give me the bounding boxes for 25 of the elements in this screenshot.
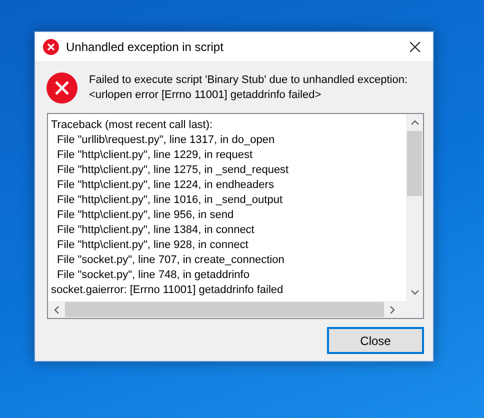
traceback-line: File "http\client.py", line 1275, in _send_request bbox=[57, 164, 289, 176]
traceback-line: Traceback (most recent call last): bbox=[51, 119, 213, 131]
traceback-line: File "http\client.py", line 1016, in _send_output bbox=[57, 194, 283, 206]
close-icon[interactable] bbox=[409, 40, 421, 52]
traceback-line: File "http\client.py", line 956, in send bbox=[57, 209, 234, 221]
vertical-scrollbar[interactable] bbox=[406, 114, 423, 301]
traceback-line: File "socket.py", line 748, in getaddrinfo bbox=[57, 269, 250, 281]
scroll-up-icon[interactable] bbox=[410, 120, 418, 125]
error-icon bbox=[43, 38, 59, 54]
traceback-line: socket.gaierror: [Errno 11001] getaddrinfo failed bbox=[51, 284, 284, 296]
error-message: Failed to execute script 'Binary Stub' due to unhandled exception: <urlopen error [Errno 11001] getaddrinfo failed> bbox=[89, 73, 409, 103]
scroll-left-icon[interactable] bbox=[54, 306, 59, 314]
window-title: Unhandled exception in script bbox=[66, 40, 224, 54]
traceback-line: File "urllib\request.py", line 1317, in do_open bbox=[57, 134, 275, 146]
scroll-right-icon[interactable] bbox=[390, 306, 395, 314]
traceback-line: File "http\client.py", line 1229, in request bbox=[57, 149, 253, 161]
scroll-down-icon[interactable] bbox=[410, 290, 418, 295]
traceback-line: File "http\client.py", line 928, in connect bbox=[57, 239, 248, 251]
traceback-line: File "http\client.py", line 1384, in connect bbox=[57, 224, 254, 236]
error-icon bbox=[46, 72, 78, 104]
horizontal-scrollbar[interactable] bbox=[48, 301, 423, 318]
close-button[interactable]: Close bbox=[327, 327, 424, 354]
traceback-line: File "socket.py", line 707, in create_connection bbox=[57, 254, 284, 266]
traceback-textbox[interactable] bbox=[47, 113, 424, 319]
traceback-line: File "http\client.py", line 1224, in endheaders bbox=[57, 179, 274, 191]
